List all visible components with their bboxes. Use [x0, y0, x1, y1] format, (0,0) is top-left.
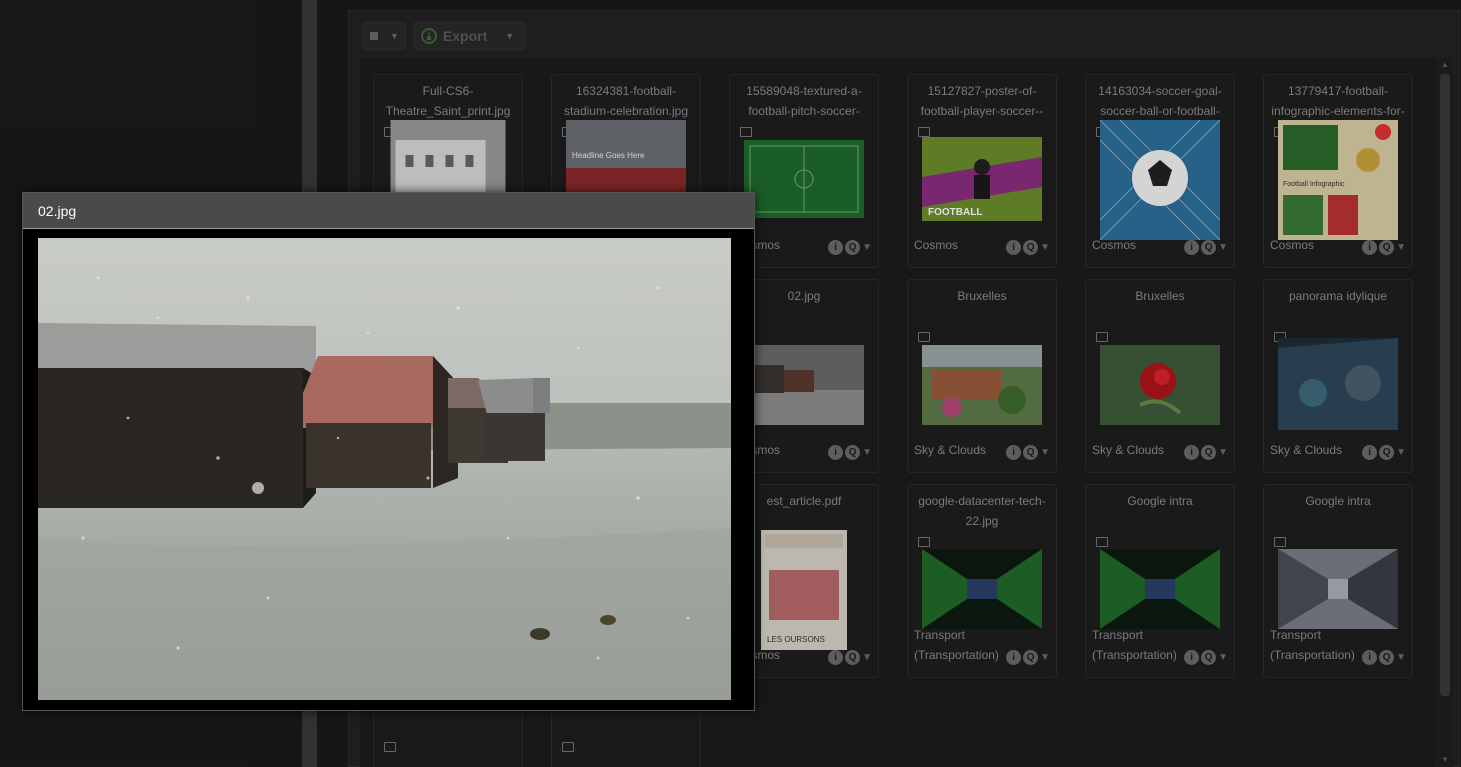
dialog-title: 02.jpg — [38, 203, 77, 219]
dialog-header[interactable]: 02.jpg — [23, 193, 754, 229]
preview-image — [38, 238, 731, 700]
image-preview-dialog: 02.jpg — [22, 192, 755, 711]
